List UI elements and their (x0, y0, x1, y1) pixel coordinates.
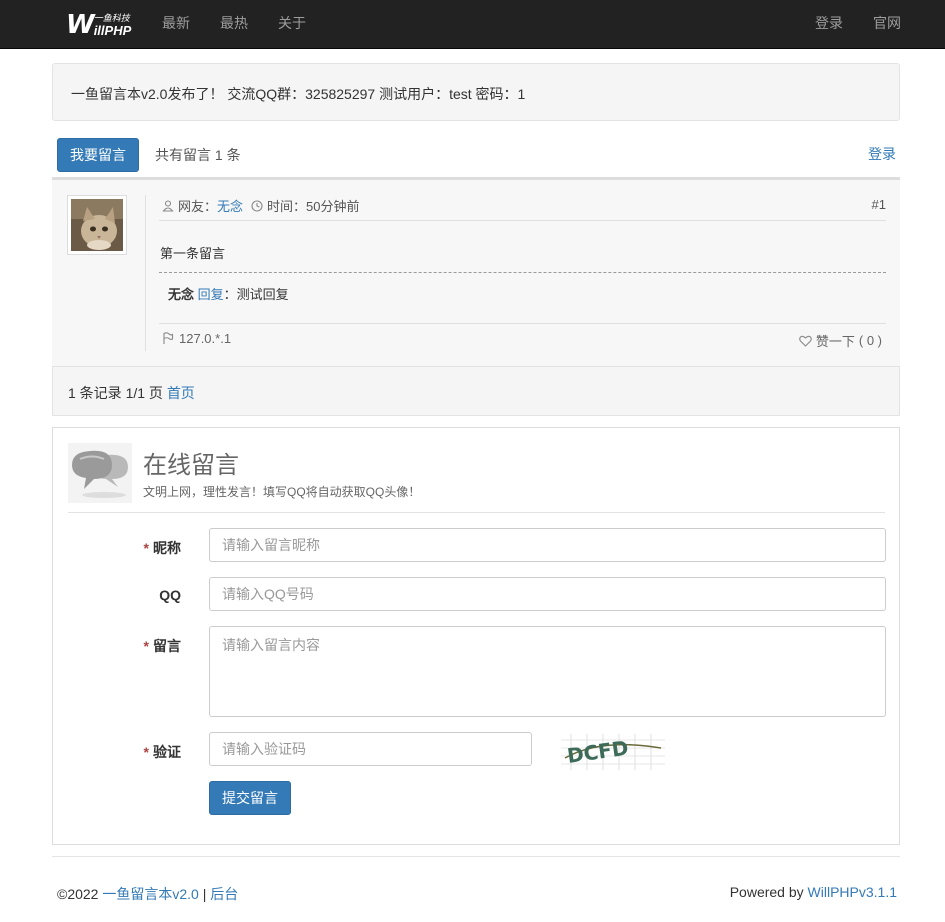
captcha-image[interactable]: DCFD (561, 734, 665, 770)
framework-link[interactable]: WillPHPv3.1.1 (808, 884, 897, 900)
captcha-text: DCFD (566, 736, 630, 768)
captcha-label: * 验证 (135, 742, 181, 762)
form-header-divider (68, 512, 885, 513)
like-count: ( 0 ) (858, 333, 882, 348)
message-item: 网友： 无念 时间： 50分钟前 #1 第一条留言 无念 回复：测试回复 127.0… (52, 180, 900, 367)
announcement-well: 一鱼留言本v2.0发布了！ 交流QQ群：325825297 测试用户：test … (52, 63, 900, 121)
reply-text: 测试回复 (236, 287, 289, 302)
brand-logo[interactable]: W 一鱼科技 illPHP (66, 10, 131, 38)
footer-left: ©2022 一鱼留言本v2.0 | 后台 (57, 884, 238, 904)
footer-site-link[interactable]: 一鱼留言本v2.0 (102, 886, 198, 902)
powered-by-text: Powered by (729, 884, 808, 900)
nickname-label-text: 昵称 (153, 540, 181, 556)
pagination-bar: 1 条记录 1/1 页 首页 (52, 366, 900, 416)
footer-divider-text: | (198, 886, 211, 902)
brand-php-text: illPHP (93, 23, 132, 38)
qq-label: QQ (159, 587, 181, 603)
heart-icon (799, 335, 812, 347)
pagination-text: 1 条记录 1/1 页 首页 (68, 383, 195, 403)
message-count-text: 共有留言 1 条 (155, 147, 241, 163)
nav-item-latest[interactable]: 最新 (162, 0, 190, 48)
footer-admin-link[interactable]: 后台 (210, 886, 238, 902)
message-reply: 无念 回复：测试回复 (168, 284, 289, 303)
captcha-input[interactable] (209, 732, 532, 766)
message-vertical-divider (145, 195, 146, 351)
message-label: * 留言 (135, 636, 181, 656)
form-title: 在线留言 (143, 452, 239, 479)
reply-divider (159, 272, 886, 273)
message-ip: 127.0.*.1 (162, 331, 231, 346)
nav-item-login[interactable]: 登录 (815, 0, 843, 48)
user-avatar (67, 195, 127, 255)
clock-icon (251, 199, 263, 212)
nav-item-about[interactable]: 关于 (278, 0, 306, 48)
user-icon (162, 199, 174, 212)
message-content: 第一条留言 (160, 246, 226, 261)
footer-divider (159, 323, 886, 324)
footer-right: Powered by WillPHPv3.1.1 (730, 884, 897, 900)
reply-author: 无念 (168, 287, 195, 302)
announcement-text: 一鱼留言本v2.0发布了！ 交流QQ群：325825297 测试用户：test … (71, 86, 526, 102)
reply-label: 回复 (197, 287, 224, 302)
required-mark: * (143, 638, 149, 654)
required-mark: * (143, 744, 149, 760)
time-value: 50分钟前 (306, 199, 360, 214)
login-link[interactable]: 登录 (868, 144, 896, 164)
message-form-panel: 在线留言 文明上网，理性发言！填写QQ将自动获取QQ头像！ *昵称 QQ *留言… (52, 427, 900, 845)
form-subtitle: 文明上网，理性发言！填写QQ将自动获取QQ头像！ (143, 485, 421, 499)
nickname-input[interactable] (209, 528, 886, 562)
speech-bubbles-graphic (72, 450, 128, 498)
footer-divider-line (52, 856, 900, 857)
post-message-button[interactable]: 我要留言 (57, 138, 139, 172)
top-navbar: W 一鱼科技 illPHP 最新 最热 关于 登录 官网 (0, 0, 945, 49)
message-number: #1 (871, 197, 886, 212)
chat-bubble-icon (68, 443, 132, 503)
time-label: 时间： (267, 199, 307, 214)
message-textarea[interactable] (209, 626, 886, 717)
ip-value: 127.0.*.1 (179, 331, 232, 346)
cat-avatar-image (71, 199, 123, 251)
like-button[interactable]: 赞一下 ( 0 ) (799, 331, 882, 350)
brand-text: 一鱼科技 illPHP (94, 14, 132, 38)
meta-divider (159, 220, 886, 221)
qq-input[interactable] (209, 577, 886, 611)
nickname-label: * 昵称 (135, 538, 181, 558)
submit-message-button[interactable]: 提交留言 (209, 781, 291, 815)
pagination-summary: 1 条记录 1/1 页 (68, 385, 163, 401)
first-page-link[interactable]: 首页 (167, 385, 195, 401)
nav-item-official-site[interactable]: 官网 (873, 0, 901, 48)
nav-item-hottest[interactable]: 最热 (220, 0, 248, 48)
message-author-link[interactable]: 无念 (217, 196, 243, 215)
captcha-label-text: 验证 (153, 744, 181, 760)
copyright-text: ©2022 (57, 886, 103, 902)
brand-mark: W (66, 10, 95, 40)
reply-separator: ： (223, 287, 237, 302)
flag-icon (163, 332, 174, 344)
message-meta: 网友： 无念 时间： 50分钟前 (162, 196, 360, 215)
required-mark: * (143, 540, 149, 556)
like-label: 赞一下 (815, 334, 855, 349)
message-label-text: 留言 (153, 638, 181, 654)
user-label: 网友： (178, 199, 218, 214)
